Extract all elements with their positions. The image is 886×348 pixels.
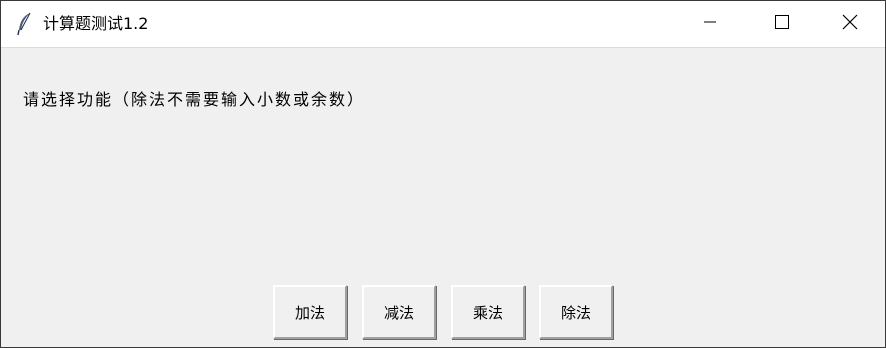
maximize-icon [774, 14, 790, 34]
division-button[interactable]: 除法 [539, 285, 613, 339]
maximize-button[interactable] [747, 1, 817, 47]
close-button[interactable] [815, 1, 885, 47]
subtraction-button[interactable]: 减法 [362, 285, 436, 339]
title-bar[interactable]: 计算题测试1.2 [1, 1, 885, 48]
minimize-icon [702, 14, 718, 34]
function-prompt: 请选择功能（除法不需要输入小数或余数） [23, 90, 366, 109]
close-icon [841, 13, 859, 35]
app-window: 计算题测试1.2 请选择功能（除法不需要输入小数或余数） 加法 减法 乘法 除法 [0, 0, 886, 348]
minimize-button[interactable] [675, 1, 745, 47]
main-content: 请选择功能（除法不需要输入小数或余数） 加法 减法 乘法 除法 [1, 48, 885, 347]
window-title: 计算题测试1.2 [43, 14, 149, 33]
multiplication-button[interactable]: 乘法 [451, 285, 525, 339]
feather-icon [15, 12, 35, 36]
addition-button[interactable]: 加法 [273, 285, 347, 339]
